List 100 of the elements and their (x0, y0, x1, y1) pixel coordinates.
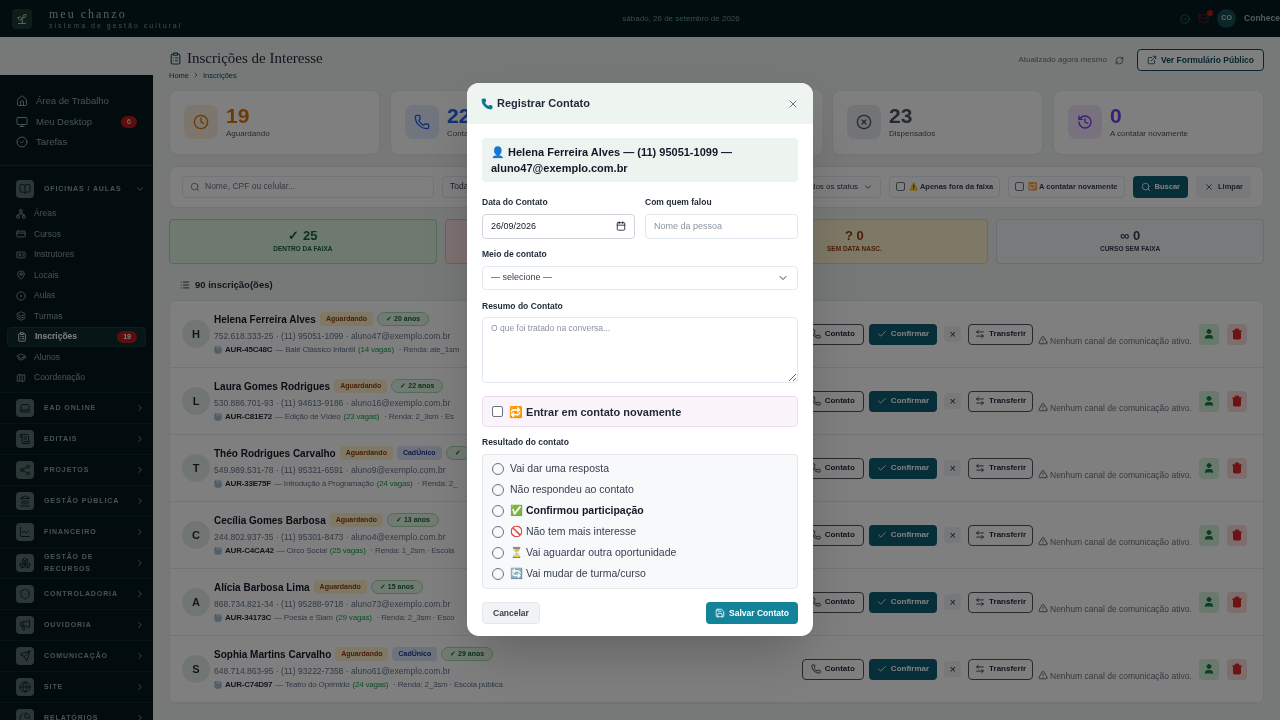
summary-field[interactable]: O que foi tratado na conversa... (482, 317, 798, 384)
channel-note: Nenhum canal de comunicação ativo. (1050, 603, 1192, 616)
profile-button[interactable] (1199, 524, 1219, 546)
dismiss-button[interactable]: × (944, 594, 962, 610)
transfer-button[interactable]: Transferir (968, 658, 1033, 680)
brand-name: meu chanzo (49, 8, 128, 20)
confirm-button[interactable]: Confirmar (868, 524, 938, 546)
option-label[interactable]: ✅ Confirmou participação (510, 503, 644, 519)
dismiss-button[interactable]: × (944, 460, 962, 476)
sheet-icon (214, 480, 222, 489)
checkbox[interactable] (896, 182, 906, 192)
phone-icon (810, 463, 821, 473)
sidebar-subitem[interactable]: Instrutores (7, 244, 146, 265)
search-field[interactable]: Nome, CPF ou celular... (182, 175, 434, 198)
refresh-icon[interactable] (1114, 55, 1124, 65)
checkbox-label[interactable]: 🔁 Entrar em contato novamente (509, 403, 682, 420)
clipboard-icon (169, 50, 182, 66)
option-label[interactable]: Não respondeu ao contato (510, 482, 634, 498)
option-label[interactable]: 🚫 Não tem mais interesse (510, 524, 637, 540)
dismiss-button[interactable]: × (944, 527, 962, 543)
graduation-cap-icon (16, 352, 26, 363)
checkbox[interactable] (492, 406, 503, 418)
confirm-button[interactable]: Confirmar (868, 591, 938, 613)
public-form-button[interactable]: Ver Formulário Público (1136, 49, 1264, 71)
chevron-right-icon (135, 434, 145, 444)
transfer-button[interactable]: Transferir (968, 390, 1033, 412)
list-icon (180, 279, 190, 290)
scroll-icon (16, 430, 34, 448)
student-name: Cecília Gomes Barbosa (214, 513, 326, 528)
sidebar-subitem[interactable]: Alunos (7, 347, 146, 368)
course-code: AUR-34173C (225, 612, 272, 625)
calendar-icon[interactable] (616, 221, 626, 232)
sidebar-subitem[interactable]: Locais (7, 265, 146, 286)
sidebar-subitem[interactable]: Cursos (7, 224, 146, 245)
student-name: Alícia Barbosa Lima (214, 580, 310, 595)
transfer-button[interactable]: Transferir (968, 524, 1033, 546)
transfer-button[interactable]: Transferir (968, 323, 1033, 345)
sidebar-subitem[interactable]: Coordenação (7, 367, 146, 388)
dismiss-button[interactable]: × (944, 393, 962, 409)
option-label[interactable]: 🔄 Vai mudar de turma/curso (510, 566, 646, 582)
date-field[interactable]: 26/09/2026 (482, 213, 635, 239)
trash-icon (1231, 596, 1243, 608)
range-value: ? 0 (844, 228, 864, 245)
delete-button[interactable] (1227, 524, 1247, 546)
initial-avatar: T (182, 454, 210, 482)
initial-avatar: C (182, 521, 210, 549)
profile-button[interactable] (1199, 658, 1219, 680)
profile-button[interactable] (1199, 457, 1219, 479)
sidebar-subitem[interactable]: Aulas (7, 285, 146, 306)
course-name: — Poesia e Slam (274, 612, 333, 625)
option-label[interactable]: ⏳ Vai aguardar outra oportunidade (510, 545, 677, 561)
sidebar-item[interactable]: Tarefas (0, 132, 153, 153)
contact-button[interactable]: Contato (801, 658, 864, 680)
delete-button[interactable] (1227, 591, 1247, 613)
profile-button[interactable] (1199, 390, 1219, 412)
sidebar-item[interactable]: Área de Trabalho (0, 91, 153, 112)
list-count: 90 inscrição(ões) (195, 277, 273, 292)
student-name: Sophia Martins Carvalho (214, 647, 332, 662)
delete-button[interactable] (1227, 658, 1247, 680)
delete-button[interactable] (1227, 390, 1247, 412)
course-name: — Circo Social (276, 545, 327, 558)
stat-value: 0 (1110, 104, 1122, 129)
save-icon (715, 608, 725, 618)
delete-button[interactable] (1227, 323, 1247, 345)
layers-icon (16, 311, 26, 322)
confirm-button[interactable]: Confirmar (868, 457, 938, 479)
phone-icon (810, 396, 821, 406)
person-icon (1203, 328, 1215, 340)
course-name: — Edição de Vídeo (274, 411, 341, 424)
option-label[interactable]: Vai dar uma resposta (510, 461, 610, 477)
dialog-title: Registrar Contato (497, 96, 590, 112)
confirm-button[interactable]: Confirmar (868, 323, 938, 345)
send-icon (16, 647, 34, 665)
search-icon (1140, 181, 1151, 192)
cancel-button[interactable]: Cancelar (482, 602, 540, 624)
chevron-right-icon (135, 713, 145, 720)
means-select[interactable]: — selecione — (482, 265, 798, 290)
transfer-button[interactable]: Transferir (968, 591, 1033, 613)
save-button[interactable]: Salvar Contato (706, 602, 798, 624)
dismiss-button[interactable]: × (944, 326, 962, 342)
contact-info: 549.989.531-78 · (11) 95321-6591 · aluno9@exemplo.com.br (214, 463, 446, 477)
vacancy-count: (23 vagas) (343, 411, 380, 424)
extra-info: · Renda: 2_3sm · Esco (376, 612, 455, 625)
dismiss-button[interactable]: × (944, 661, 962, 677)
sidebar-subitem[interactable]: Áreas (7, 203, 146, 224)
name-field[interactable]: Nome da pessoa (645, 213, 798, 239)
channel-note: Nenhum canal de comunicação ativo. (1050, 536, 1192, 549)
delete-button[interactable] (1227, 457, 1247, 479)
person-icon (1203, 462, 1215, 474)
sidebar-subitem[interactable]: Turmas (7, 306, 146, 327)
profile-button[interactable] (1199, 323, 1219, 345)
confirm-button[interactable]: Confirmar (868, 390, 938, 412)
profile-button[interactable] (1199, 591, 1219, 613)
check-icon (876, 396, 887, 406)
checkbox[interactable] (1015, 182, 1025, 192)
transfer-button[interactable]: Transferir (968, 457, 1033, 479)
extra-info: · Renda: 2_ (417, 478, 458, 491)
swap-icon (975, 664, 986, 674)
trash-icon (1231, 328, 1243, 340)
confirm-button[interactable]: Confirmar (868, 658, 938, 680)
